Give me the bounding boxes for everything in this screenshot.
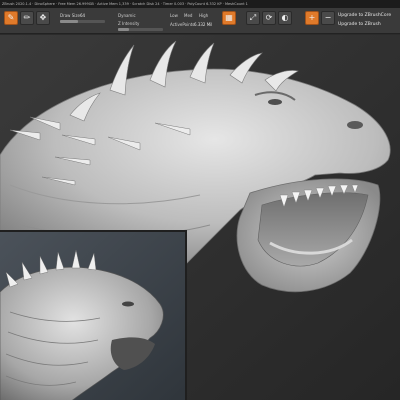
- high-label[interactable]: High: [199, 13, 208, 18]
- mrgb-button[interactable]: ◐: [278, 11, 292, 25]
- edit-icon: ✎: [7, 13, 15, 22]
- edit-button[interactable]: ✎: [4, 11, 18, 25]
- reference-dragon-photo: [0, 232, 185, 400]
- move-button[interactable]: ✥: [36, 11, 50, 25]
- z-intensity-label: Z Intensity: [118, 21, 140, 26]
- upgrade-zbrush-link[interactable]: Upgrade to ZBrush: [338, 22, 381, 27]
- draw-size-value: 64: [80, 13, 86, 18]
- zadd-button[interactable]: +: [305, 11, 319, 25]
- top-toolbar: ✎ ✏ ✥ Draw Size 64 Dynamic Z Intensity L…: [0, 8, 400, 34]
- upgrade-zbrushcore-link[interactable]: Upgrade to ZBrushCore: [338, 13, 391, 18]
- z-intensity-slider[interactable]: [118, 28, 163, 31]
- move-icon: ✥: [39, 13, 47, 22]
- rgb-button[interactable]: ▦: [222, 11, 236, 25]
- dragon-nostril: [347, 121, 363, 129]
- rotate-button[interactable]: ⟳: [262, 11, 276, 25]
- dragon-eye: [268, 99, 282, 105]
- reference-photo-panel: [0, 230, 187, 400]
- dynamic-label: Dynamic: [118, 13, 136, 18]
- mrgb-icon: ◐: [281, 13, 289, 22]
- title-bar: ZBrush 2020.1.4 · DinoSphere · Free Mem …: [0, 0, 400, 8]
- rotate-icon: ⟳: [265, 13, 273, 22]
- rgb-icon: ▦: [225, 13, 233, 22]
- draw-size-slider[interactable]: [60, 20, 105, 23]
- scale-button[interactable]: ⤢: [246, 11, 260, 25]
- zsub-button[interactable]: −: [321, 11, 335, 25]
- scale-icon: ⤢: [249, 13, 257, 22]
- active-points-value: 6.332 Mil: [194, 22, 213, 27]
- title-bar-text: ZBrush 2020.1.4 · DinoSphere · Free Mem …: [2, 2, 248, 6]
- zadd-icon: +: [308, 13, 316, 22]
- draw-size-label: Draw Size: [60, 13, 80, 18]
- zsub-icon: −: [324, 13, 332, 22]
- low-label[interactable]: Low: [170, 13, 178, 18]
- brush-icon: ✏: [23, 13, 31, 22]
- med-label[interactable]: Med: [184, 13, 192, 18]
- active-points-label: ActivePoints: [170, 22, 195, 27]
- draw-button[interactable]: ✏: [20, 11, 34, 25]
